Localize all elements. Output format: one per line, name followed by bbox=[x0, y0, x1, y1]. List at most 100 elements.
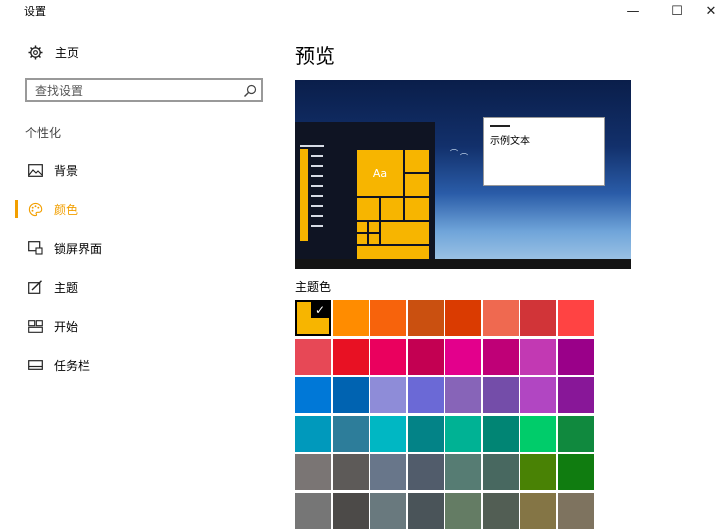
accent-swatch[interactable] bbox=[295, 416, 331, 452]
start-menu-preview: Aa bbox=[295, 122, 435, 259]
minimize-button[interactable]: — bbox=[616, 0, 650, 22]
menu-line bbox=[311, 155, 323, 157]
sidebar-item-taskbar[interactable]: 任务栏 bbox=[0, 350, 285, 380]
section-title: 个性化 bbox=[25, 126, 62, 140]
tiles-preview: Aa bbox=[357, 150, 430, 259]
accent-swatch[interactable] bbox=[558, 454, 594, 490]
accent-swatch[interactable] bbox=[483, 377, 519, 413]
tile-text: Aa bbox=[372, 166, 388, 180]
title-bar: 设置 — ☐ ✕ bbox=[0, 0, 726, 22]
tile bbox=[381, 198, 403, 220]
accent-swatch[interactable] bbox=[370, 377, 406, 413]
sidebar-item-lock-screen[interactable]: 锁屏界面 bbox=[0, 233, 285, 263]
gear-icon bbox=[27, 45, 43, 61]
accent-color-label: 主题色 bbox=[295, 280, 332, 294]
menu-line bbox=[311, 205, 323, 207]
accent-swatch[interactable] bbox=[370, 454, 406, 490]
accent-swatch[interactable] bbox=[558, 493, 594, 529]
accent-swatch[interactable] bbox=[520, 454, 556, 490]
accent-swatch[interactable] bbox=[408, 300, 444, 336]
accent-swatch[interactable] bbox=[445, 339, 481, 375]
theme-icon bbox=[27, 279, 43, 295]
accent-swatch[interactable] bbox=[295, 377, 331, 413]
sidebar-item-colors[interactable]: 颜色 bbox=[0, 194, 285, 224]
sample-window-titlebar bbox=[490, 125, 510, 127]
accent-swatch[interactable] bbox=[333, 300, 369, 336]
accent-swatch[interactable] bbox=[520, 416, 556, 452]
accent-swatch[interactable] bbox=[408, 454, 444, 490]
maximize-button[interactable]: ☐ bbox=[660, 0, 694, 22]
active-indicator bbox=[15, 200, 18, 218]
sample-text: 示例文本 bbox=[490, 136, 530, 147]
accent-swatch[interactable] bbox=[445, 416, 481, 452]
sidebar-item-background[interactable]: 背景 bbox=[0, 155, 285, 185]
accent-swatch[interactable] bbox=[520, 493, 556, 529]
accent-swatch[interactable] bbox=[558, 416, 594, 452]
sidebar-item-label: 任务栏 bbox=[54, 358, 91, 373]
search-icon[interactable] bbox=[243, 83, 257, 97]
bird-icon: ⌒ bbox=[460, 153, 468, 162]
search-box bbox=[25, 78, 263, 102]
sidebar: 主页 个性化 背景 颜色 锁屏界面 主题 开始 bbox=[0, 22, 285, 503]
accent-swatch[interactable] bbox=[408, 416, 444, 452]
tile bbox=[369, 234, 379, 244]
accent-swatch[interactable] bbox=[483, 493, 519, 529]
accent-swatch[interactable] bbox=[558, 377, 594, 413]
accent-swatch[interactable] bbox=[445, 300, 481, 336]
accent-swatch[interactable] bbox=[483, 416, 519, 452]
accent-swatch[interactable] bbox=[333, 339, 369, 375]
accent-swatch[interactable] bbox=[558, 339, 594, 375]
sample-window: 示例文本 bbox=[483, 117, 605, 186]
home-nav-item[interactable]: 主页 bbox=[27, 44, 79, 61]
tile bbox=[405, 198, 429, 220]
accent-swatch[interactable] bbox=[295, 454, 331, 490]
search-input[interactable] bbox=[27, 81, 235, 101]
image-icon bbox=[27, 162, 43, 178]
menu-line bbox=[311, 215, 323, 217]
accent-swatch[interactable] bbox=[483, 454, 519, 490]
accent-swatch[interactable]: ✓ bbox=[295, 300, 331, 336]
accent-swatch[interactable] bbox=[558, 300, 594, 336]
sidebar-item-label: 开始 bbox=[54, 319, 79, 334]
accent-swatch[interactable] bbox=[445, 377, 481, 413]
close-button[interactable]: ✕ bbox=[694, 0, 726, 22]
accent-swatch[interactable] bbox=[483, 339, 519, 375]
accent-swatch[interactable] bbox=[520, 300, 556, 336]
sidebar-item-start[interactable]: 开始 bbox=[0, 311, 285, 341]
app-title: 设置 bbox=[24, 5, 46, 18]
sidebar-item-label: 锁屏界面 bbox=[54, 241, 103, 256]
sidebar-item-label: 背景 bbox=[54, 163, 79, 178]
accent-swatch[interactable] bbox=[295, 339, 331, 375]
accent-swatch[interactable] bbox=[370, 493, 406, 529]
accent-swatch[interactable] bbox=[333, 493, 369, 529]
accent-swatch[interactable] bbox=[408, 377, 444, 413]
menu-line bbox=[311, 195, 323, 197]
sidebar-item-themes[interactable]: 主题 bbox=[0, 272, 285, 302]
tile: Aa bbox=[357, 150, 403, 196]
bird-icon: ⌒ bbox=[450, 149, 458, 158]
accent-swatch[interactable] bbox=[333, 416, 369, 452]
accent-swatch[interactable] bbox=[520, 377, 556, 413]
accent-swatch[interactable] bbox=[520, 339, 556, 375]
taskbar-icon bbox=[27, 357, 43, 373]
accent-swatch[interactable] bbox=[370, 416, 406, 452]
accent-swatch[interactable] bbox=[295, 493, 331, 529]
accent-swatch[interactable] bbox=[445, 454, 481, 490]
accent-swatch[interactable] bbox=[333, 377, 369, 413]
start-icon bbox=[27, 318, 43, 334]
sidebar-item-label: 颜色 bbox=[54, 202, 79, 217]
accent-swatch[interactable] bbox=[445, 493, 481, 529]
accent-strip bbox=[300, 149, 308, 241]
accent-swatch[interactable] bbox=[370, 300, 406, 336]
palette-icon bbox=[27, 201, 43, 217]
tile bbox=[357, 246, 429, 259]
taskbar-preview bbox=[295, 259, 631, 269]
menu-line bbox=[311, 225, 323, 227]
accent-swatch[interactable] bbox=[408, 339, 444, 375]
tile bbox=[357, 222, 367, 232]
accent-swatch[interactable] bbox=[408, 493, 444, 529]
sidebar-item-label: 主题 bbox=[54, 280, 79, 295]
accent-swatch[interactable] bbox=[333, 454, 369, 490]
accent-swatch[interactable] bbox=[483, 300, 519, 336]
accent-swatch[interactable] bbox=[370, 339, 406, 375]
